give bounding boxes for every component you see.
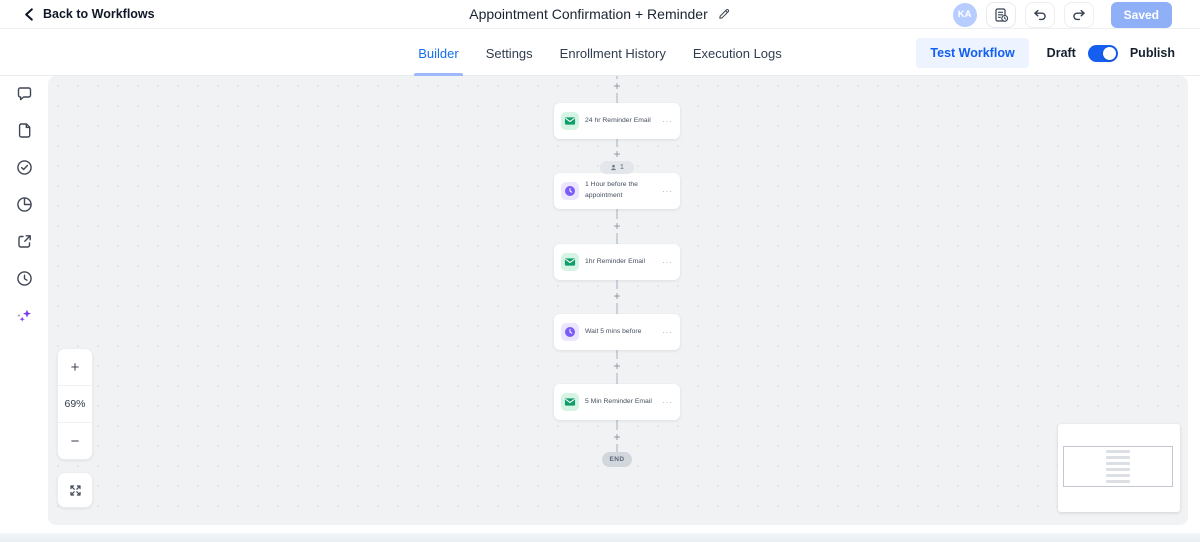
email-icon [561,112,579,130]
minimap-node-bar [1106,461,1130,466]
node-title: 1hr Reminder Email [585,257,646,265]
edit-title-icon[interactable] [717,7,731,21]
tab-bar: Builder Settings Enrollment History Exec… [0,30,1200,76]
back-chevron-icon [25,7,33,21]
add-step-button[interactable]: + [610,359,624,373]
bottom-strip [0,533,1200,542]
test-workflow-button[interactable]: Test Workflow [916,38,1029,68]
history-icon [16,271,32,286]
sidebar-item-comments[interactable] [16,85,33,102]
stats-pie-icon [16,197,32,212]
publish-label: Publish [1129,46,1175,60]
ai-sparkles-icon [16,309,31,322]
workflow-canvas[interactable]: + + + + + + 24 hr Reminder Email ··· 1 1… [48,76,1188,525]
expand-icon [69,484,81,496]
sidebar-item-documents[interactable] [16,122,33,139]
sidebar-item-goals[interactable] [16,159,33,176]
left-toolbar [0,76,48,525]
redo-button[interactable] [1063,1,1094,28]
main-area: + + + + + + 24 hr Reminder Email ··· 1 1… [0,76,1200,525]
minimap-node-bar [1106,467,1130,472]
node-title: 24 hr Reminder Email [585,116,651,124]
node-menu-icon[interactable]: ··· [662,117,673,126]
minimap-viewport[interactable] [1063,446,1173,487]
workflow-node-5-min-reminder-email[interactable]: 5 Min Reminder Email ··· [554,384,680,420]
minimap-node-bar [1106,449,1130,454]
add-step-button[interactable]: + [610,289,624,303]
undo-button[interactable] [1024,1,1055,28]
node-menu-icon[interactable]: ··· [662,398,673,407]
workflow-end-marker: END [602,452,632,467]
wait-clock-icon [561,182,579,200]
add-step-button[interactable]: + [610,430,624,444]
sidebar-item-stats[interactable] [16,196,33,213]
toggle-knob [1102,46,1116,60]
zoom-in-button[interactable]: + [58,349,92,385]
node-title: Wait 5 mins before [585,327,642,335]
back-label: Back to Workflows [43,7,155,21]
node-menu-icon[interactable]: ··· [662,328,673,337]
add-step-button[interactable]: + [610,79,624,93]
tab-enrollment-history[interactable]: Enrollment History [560,30,666,76]
tab-execution-logs[interactable]: Execution Logs [693,30,782,76]
workflow-builder-app: Back to Workflows Appointment Confirmati… [0,0,1200,542]
tab-settings[interactable]: Settings [486,30,533,76]
workflow-state-controls: Test Workflow Draft Publish [916,30,1175,76]
redo-icon [1072,9,1085,20]
person-icon [611,164,616,171]
sidebar-item-external-link[interactable] [16,233,33,250]
versions-button[interactable] [985,1,1016,28]
minimap-node-bar [1106,455,1130,460]
saved-button[interactable]: Saved [1110,1,1172,28]
header-actions: KA Saved [952,1,1172,28]
avatar: KA [952,2,977,27]
check-circle-icon [16,160,32,175]
document-icon [18,123,30,138]
node-title: 1 Hour before the appointment [585,181,638,199]
node-menu-icon[interactable]: ··· [662,258,673,267]
add-step-button[interactable]: + [610,147,624,161]
minimap-node-bar [1106,479,1130,484]
node-menu-icon[interactable]: ··· [662,187,673,196]
back-to-workflows-button[interactable]: Back to Workflows [22,0,155,28]
email-icon [561,253,579,271]
workflow-node-wait-5-mins-before[interactable]: Wait 5 mins before ··· [554,314,680,350]
document-history-icon [995,7,1008,22]
minimap-node-bar [1106,473,1130,478]
wait-clock-icon [561,323,579,341]
badge-count: 1 [620,164,624,171]
draft-label: Draft [1046,46,1076,60]
tab-builder[interactable]: Builder [414,30,464,76]
zoom-level: 69% [58,385,92,423]
zoom-controls: + 69% − [57,348,93,460]
top-header: Back to Workflows Appointment Confirmati… [0,0,1200,29]
workflow-node-1hr-reminder-email[interactable]: 1hr Reminder Email ··· [554,244,680,280]
sidebar-item-ai-assistant[interactable] [16,307,33,324]
add-step-button[interactable]: + [610,219,624,233]
fit-view-button[interactable] [57,472,93,508]
comments-icon [17,87,31,101]
email-icon [561,393,579,411]
zoom-out-button[interactable]: − [58,423,92,459]
publish-toggle[interactable] [1087,44,1118,62]
enrolled-contacts-badge: 1 [600,161,634,174]
workflow-node-24hr-reminder-email[interactable]: 24 hr Reminder Email ··· [554,103,680,139]
minimap[interactable] [1058,424,1180,512]
undo-icon [1033,9,1046,20]
sidebar-item-history[interactable] [16,270,33,287]
workflow-title: Appointment Confirmation + Reminder [469,6,708,22]
workflow-node-wait-1-hour-before[interactable]: 1 Hour before the appointment ··· [554,173,680,209]
external-link-icon [17,235,31,248]
node-title: 5 Min Reminder Email [585,397,652,405]
